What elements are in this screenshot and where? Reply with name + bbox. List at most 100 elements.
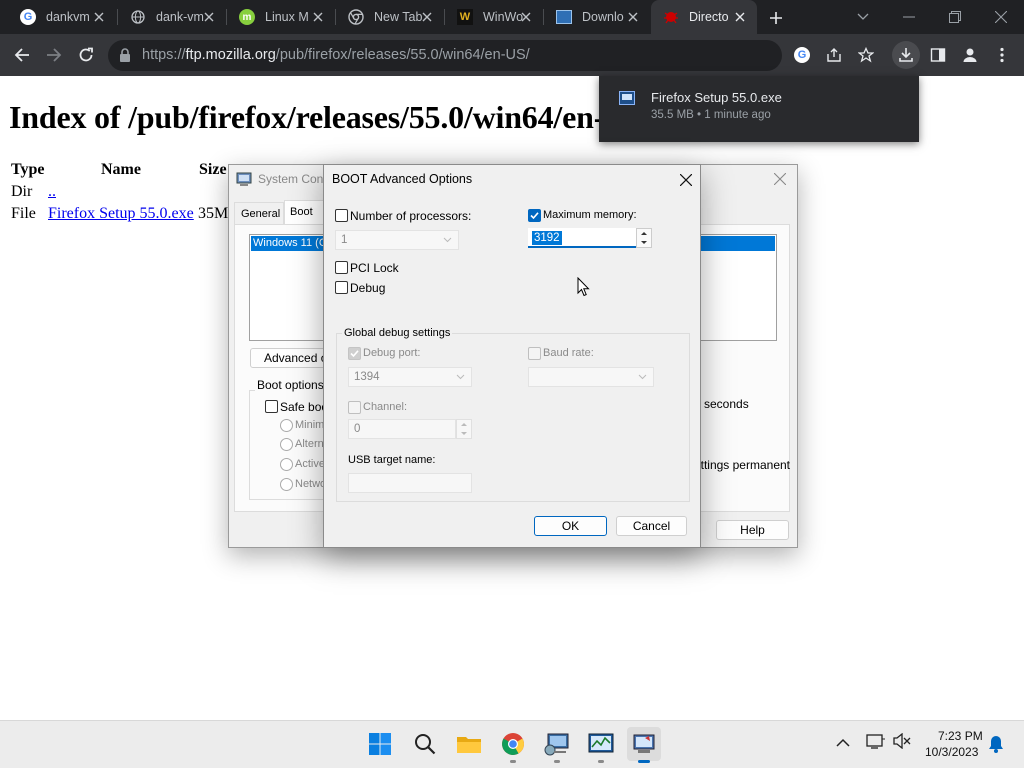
baud-rate-select[interactable]: [528, 367, 654, 387]
clock-time[interactable]: 7:23 PM: [938, 729, 983, 743]
close-icon[interactable]: [773, 172, 787, 190]
close-icon[interactable]: [518, 9, 534, 25]
window-close-button[interactable]: [978, 0, 1024, 34]
col-header-type: Type: [11, 161, 45, 178]
chrome-icon: [348, 9, 364, 25]
globe-icon: [130, 9, 146, 25]
running-indicator: [510, 760, 516, 763]
tab-new-tab[interactable]: New Tab: [336, 0, 444, 34]
channel-input[interactable]: 0: [348, 419, 456, 439]
minimize-button[interactable]: [886, 0, 932, 34]
folder-icon: [457, 737, 481, 753]
search-button[interactable]: [408, 727, 442, 761]
tab-directory[interactable]: Directo: [651, 0, 757, 34]
boot-settings-checkbox-label: Make all boot settings permanent: [700, 456, 790, 474]
restore-button[interactable]: [932, 0, 978, 34]
debug-port-select[interactable]: 1394: [348, 367, 472, 387]
network-icon[interactable]: [866, 733, 886, 754]
share-icon: [827, 48, 841, 62]
lock-icon[interactable]: [119, 48, 131, 67]
seconds-label: seconds: [704, 397, 749, 411]
tab-downloads[interactable]: Downlo: [544, 0, 650, 34]
baud-rate-checkbox[interactable]: [528, 347, 541, 360]
alternate-shell-radio[interactable]: [280, 438, 293, 451]
download-meta: 35.5 MB • 1 minute ago: [651, 109, 771, 121]
active-indicator: [638, 760, 650, 763]
url-host: ftp.mozilla.org: [185, 47, 276, 63]
menu-button[interactable]: [988, 41, 1016, 69]
close-icon[interactable]: [625, 9, 641, 25]
file-explorer-button[interactable]: [452, 727, 486, 761]
search-icon: [415, 734, 436, 755]
clock-date[interactable]: 10/3/2023: [925, 745, 978, 759]
num-processors-checkbox[interactable]: [335, 209, 348, 222]
num-processors-value: 1: [341, 234, 348, 246]
tab-dankvm[interactable]: G dankvm: [8, 0, 116, 34]
downloads-button[interactable]: [892, 41, 920, 69]
minimal-radio[interactable]: [280, 419, 293, 432]
page-title: Index of /pub/firefox/releases/55.0/win6…: [9, 99, 654, 135]
close-icon[interactable]: [679, 173, 693, 191]
bookmark-button[interactable]: [852, 41, 880, 69]
tab-linux-mint[interactable]: m Linux M: [227, 0, 335, 34]
channel-checkbox[interactable]: [348, 401, 361, 414]
google-lens-button[interactable]: G: [788, 41, 816, 69]
show-hidden-icons-button[interactable]: [836, 735, 850, 753]
active-directory-radio[interactable]: [280, 458, 293, 471]
side-panel-icon: [930, 48, 946, 62]
close-icon[interactable]: [419, 9, 435, 25]
channel-spinner[interactable]: [456, 419, 472, 439]
start-button[interactable]: [363, 727, 397, 761]
tab-winworld[interactable]: W WinWo: [445, 0, 543, 34]
close-icon[interactable]: [732, 9, 748, 25]
reload-button[interactable]: [72, 41, 100, 69]
parent-dir-link[interactable]: ..: [48, 183, 56, 201]
google-icon: G: [20, 9, 36, 25]
download-icon: [899, 48, 913, 62]
kebab-menu-icon: [1000, 47, 1004, 63]
pci-lock-label: PCI Lock: [350, 261, 399, 275]
profile-button[interactable]: [956, 41, 984, 69]
download-filename[interactable]: Firefox Setup 55.0.exe: [651, 90, 782, 105]
url-text[interactable]: https://ftp.mozilla.org/pub/firefox/rele…: [142, 47, 530, 63]
file-link[interactable]: Firefox Setup 55.0.exe: [48, 205, 194, 223]
usb-target-label: USB target name:: [348, 454, 436, 466]
help-button[interactable]: Help: [716, 520, 789, 540]
msconfig-taskbar-button[interactable]: [627, 727, 661, 761]
max-memory-checkbox[interactable]: [528, 209, 541, 222]
volume-muted-icon[interactable]: [893, 732, 911, 754]
debug-port-checkbox[interactable]: [348, 347, 361, 360]
safe-boot-checkbox[interactable]: [265, 400, 278, 413]
url-path: /pub/firefox/releases/55.0/win64/en-US/: [275, 47, 530, 63]
close-icon[interactable]: [91, 9, 107, 25]
chevron-down-icon: [456, 374, 465, 380]
cancel-button[interactable]: Cancel: [616, 516, 687, 536]
pci-lock-checkbox[interactable]: [335, 261, 348, 274]
restore-icon: [949, 11, 961, 23]
debug-label: Debug: [350, 281, 386, 295]
avatar-icon: [963, 48, 977, 62]
forward-button[interactable]: [40, 41, 68, 69]
resource-monitor-taskbar-button[interactable]: [584, 727, 618, 761]
checkmark-icon: [530, 212, 539, 220]
chrome-taskbar-button[interactable]: [496, 727, 530, 761]
col-header-size: Size: [199, 161, 227, 178]
close-icon[interactable]: [310, 9, 326, 25]
side-panel-button[interactable]: [924, 41, 952, 69]
new-tab-button[interactable]: [765, 7, 787, 29]
tab-dank-vm[interactable]: dank-vm: [118, 0, 226, 34]
network-diag-taskbar-button[interactable]: [540, 727, 574, 761]
max-memory-spinner[interactable]: [636, 228, 652, 248]
baud-rate-label: Baud rate:: [543, 347, 594, 359]
back-button[interactable]: [8, 41, 36, 69]
network-radio[interactable]: [280, 478, 293, 491]
notification-bell-icon[interactable]: [988, 735, 1004, 758]
share-button[interactable]: [820, 41, 848, 69]
tab-search-button[interactable]: [840, 0, 886, 34]
num-processors-select[interactable]: 1: [335, 230, 459, 250]
ok-button[interactable]: OK: [534, 516, 607, 536]
close-icon[interactable]: [201, 9, 217, 25]
usb-target-input[interactable]: [348, 473, 472, 493]
debug-checkbox[interactable]: [335, 281, 348, 294]
checkmark-icon: [350, 350, 359, 358]
